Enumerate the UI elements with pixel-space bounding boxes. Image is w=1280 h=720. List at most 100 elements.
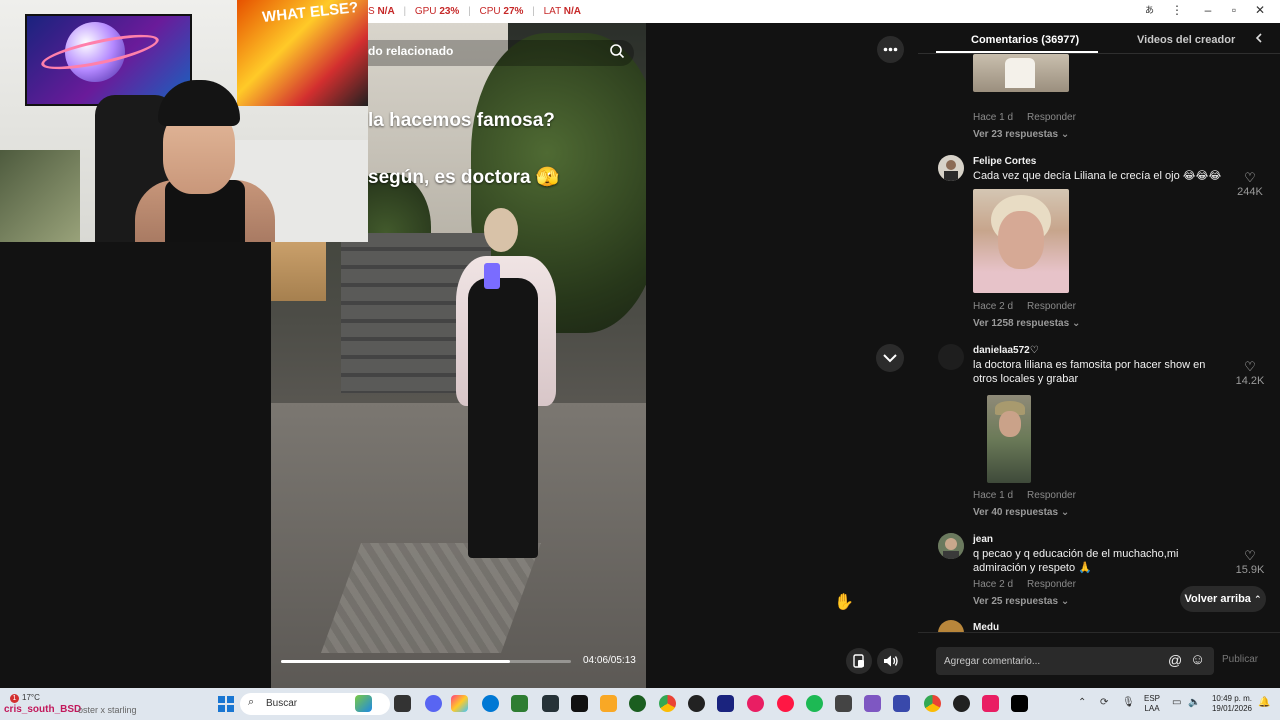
comment-image[interactable] — [973, 189, 1069, 293]
chrome-profile-icon[interactable] — [924, 695, 941, 712]
task-view-icon[interactable] — [394, 695, 411, 712]
lat-value: N/A — [563, 6, 582, 17]
file-explorer-icon[interactable] — [600, 695, 617, 712]
tab-comments[interactable]: Comentarios (36977) — [971, 34, 1079, 46]
more-vertical-icon[interactable]: ⋮ — [1167, 3, 1187, 19]
volume-button[interactable] — [877, 648, 903, 674]
notification-badge: 1 — [10, 694, 19, 703]
windows-taskbar: 1 17°C cris_south_BSD oster x starling ⌕ … — [0, 688, 1280, 720]
github-icon[interactable] — [688, 695, 705, 712]
comment-text: Cada vez que decía Liliana le crecía el … — [973, 170, 1222, 182]
search-icon[interactable] — [609, 43, 625, 59]
reply-button[interactable]: Responder — [1027, 112, 1076, 123]
chat-app-icon[interactable] — [747, 695, 764, 712]
app-icon[interactable] — [835, 695, 852, 712]
comment-input-box[interactable]: @ ☺ — [936, 647, 1214, 675]
collapse-panel-icon[interactable] — [1254, 31, 1264, 48]
chevron-down-icon: ⌄ — [1060, 129, 1070, 140]
like-button[interactable]: ♡ 15.9K — [1228, 549, 1272, 577]
system-clock[interactable]: 10:49 p. m. 19/01/2026 — [1208, 694, 1252, 714]
scroll-to-top-button[interactable]: Volver arriba ⌃ — [1180, 586, 1266, 612]
discord-icon[interactable] — [425, 695, 442, 712]
chevron-down-icon: ⌄ — [1060, 507, 1070, 518]
photos-icon[interactable] — [451, 695, 468, 712]
sync-icon[interactable]: ⟳ — [1100, 697, 1108, 708]
like-button[interactable]: ♡ 14.2K — [1228, 360, 1272, 388]
volume-icon[interactable]: 🔈 — [1188, 697, 1200, 708]
heart-outline-icon: ♡ — [1244, 170, 1256, 185]
spotify-icon[interactable] — [806, 695, 823, 712]
view-replies-button[interactable]: Ver 40 respuestas ⌄ — [973, 507, 1069, 518]
comment-image[interactable] — [973, 54, 1069, 92]
next-video-button[interactable] — [876, 344, 904, 372]
comments-list[interactable]: Hace 1 d Responder Ver 23 respuestas ⌄ Fe… — [918, 54, 1280, 634]
comment-time: Hace 1 d — [973, 490, 1014, 501]
reply-button[interactable]: Responder — [1027, 490, 1076, 501]
lat-label: LAT — [543, 6, 562, 17]
video-progress-bar[interactable] — [281, 660, 571, 663]
weather-widget[interactable]: 1 17°C — [10, 693, 40, 703]
network-icon[interactable]: ▭ — [1172, 697, 1181, 708]
money-decoration — [0, 150, 80, 242]
avatar[interactable] — [938, 344, 964, 370]
tab-creator-videos[interactable]: Videos del creador — [1137, 34, 1235, 46]
tiktok-studio-icon[interactable] — [982, 695, 999, 712]
view-replies-button[interactable]: Ver 25 respuestas ⌄ — [973, 596, 1069, 607]
maximize-icon[interactable]: ▫ — [1224, 3, 1244, 19]
app-icon[interactable] — [571, 695, 588, 712]
comment-text: q pecao y q educación de el muchacho,mi … — [973, 548, 1179, 574]
publish-button[interactable]: Publicar — [1222, 654, 1258, 665]
app-icon[interactable] — [864, 695, 881, 712]
landscape-widget-icon[interactable] — [355, 695, 372, 712]
comment-image[interactable] — [987, 395, 1031, 483]
comment-username[interactable]: jean — [973, 534, 993, 545]
view-replies-button[interactable]: Ver 23 respuestas ⌄ — [973, 129, 1069, 140]
tiktok-icon[interactable] — [1011, 695, 1028, 712]
reply-button[interactable]: Responder — [1027, 579, 1076, 590]
avatar[interactable] — [938, 155, 964, 181]
gpu-value: 23% — [439, 6, 460, 17]
comment-meta: Hace 1 d Responder — [973, 112, 1076, 123]
media-app-icon[interactable] — [717, 695, 734, 712]
more-options-button[interactable] — [877, 36, 904, 63]
windows-start-icon[interactable] — [218, 696, 234, 712]
comments-panel: Comentarios (36977) Videos del creador H… — [918, 23, 1280, 688]
video-pizza-boxes — [271, 241, 326, 301]
edge-icon[interactable] — [482, 695, 499, 712]
notifications-icon[interactable]: 🔔 — [1258, 697, 1270, 708]
view-replies-button[interactable]: Ver 1258 respuestas ⌄ — [973, 318, 1080, 329]
tab-active-indicator — [936, 51, 1098, 53]
translate-icon[interactable]: あ — [1141, 3, 1161, 19]
app-icon[interactable] — [893, 695, 910, 712]
floating-player-button[interactable] — [846, 648, 872, 674]
green-app-icon[interactable] — [629, 695, 646, 712]
chevron-up-icon[interactable]: ⌃ — [1078, 697, 1086, 708]
view-replies-label: Ver 23 respuestas — [973, 129, 1059, 140]
opera-icon[interactable] — [777, 695, 794, 712]
emoji-icon[interactable]: ☺ — [1190, 651, 1205, 668]
cpu-value: 27% — [503, 6, 524, 17]
avatar[interactable] — [938, 533, 964, 559]
chrome-icon[interactable] — [659, 695, 676, 712]
app-icon[interactable] — [953, 695, 970, 712]
comment-username[interactable]: danielaa572♡ — [973, 345, 1039, 356]
like-button[interactable]: ♡ 244K — [1228, 170, 1272, 199]
comment-username[interactable]: Felipe Cortes — [973, 156, 1036, 167]
comment-composer: @ ☺ Publicar — [918, 632, 1280, 688]
chevron-down-icon — [883, 354, 897, 363]
scroll-to-top-label: Volver arriba — [1184, 593, 1251, 605]
input-language[interactable]: ESP LAA — [1144, 694, 1160, 714]
related-search-text[interactable]: do relacionado — [368, 44, 453, 58]
mention-icon[interactable]: @ — [1168, 652, 1182, 668]
terminal-icon[interactable] — [542, 695, 559, 712]
microphone-icon[interactable]: 🎙 — [1122, 697, 1135, 708]
reply-button[interactable]: Responder — [1027, 301, 1076, 312]
close-icon[interactable]: ✕ — [1250, 3, 1270, 19]
comment-input[interactable] — [944, 647, 1164, 675]
clock-date: 19/01/2026 — [1211, 704, 1252, 713]
xbox-icon[interactable] — [511, 695, 528, 712]
view-replies-label: Ver 25 respuestas — [973, 596, 1059, 607]
minimize-icon[interactable]: – — [1198, 3, 1218, 19]
view-replies-label: Ver 1258 respuestas — [973, 318, 1070, 329]
video-progress-fill — [281, 660, 511, 663]
